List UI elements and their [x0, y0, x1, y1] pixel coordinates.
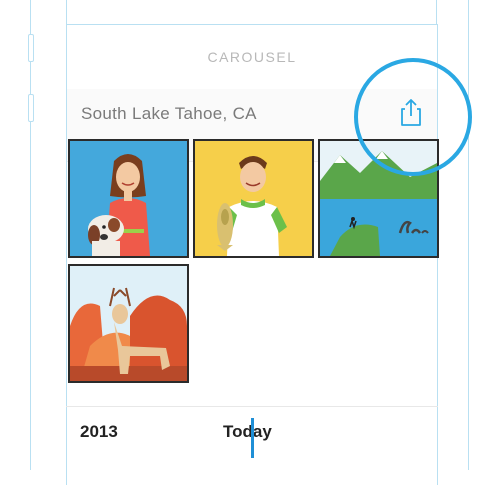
phone-frame-right [468, 0, 469, 470]
woman-dog-illustration [70, 141, 187, 256]
screen-edge [66, 0, 67, 24]
timeline-scrubber[interactable] [251, 418, 254, 458]
man-fish-illustration [195, 141, 312, 256]
screen-edge [436, 0, 437, 24]
volume-button [28, 34, 34, 62]
deer-illustration [70, 266, 187, 381]
phone-frame-left [30, 0, 31, 470]
volume-button [28, 94, 34, 122]
location-label: South Lake Tahoe, CA [81, 104, 257, 123]
share-highlight-circle [354, 58, 472, 176]
page-title: CAROUSEL [207, 49, 297, 65]
photo-tile-man-with-fish[interactable] [193, 139, 314, 258]
timeline-divider [66, 406, 438, 407]
timeline-start-label[interactable]: 2013 [80, 422, 118, 442]
photo-tile-deer[interactable] [68, 264, 189, 383]
timeline-today-label[interactable]: Today [223, 422, 272, 442]
photo-tile-woman-with-dog[interactable] [68, 139, 189, 258]
